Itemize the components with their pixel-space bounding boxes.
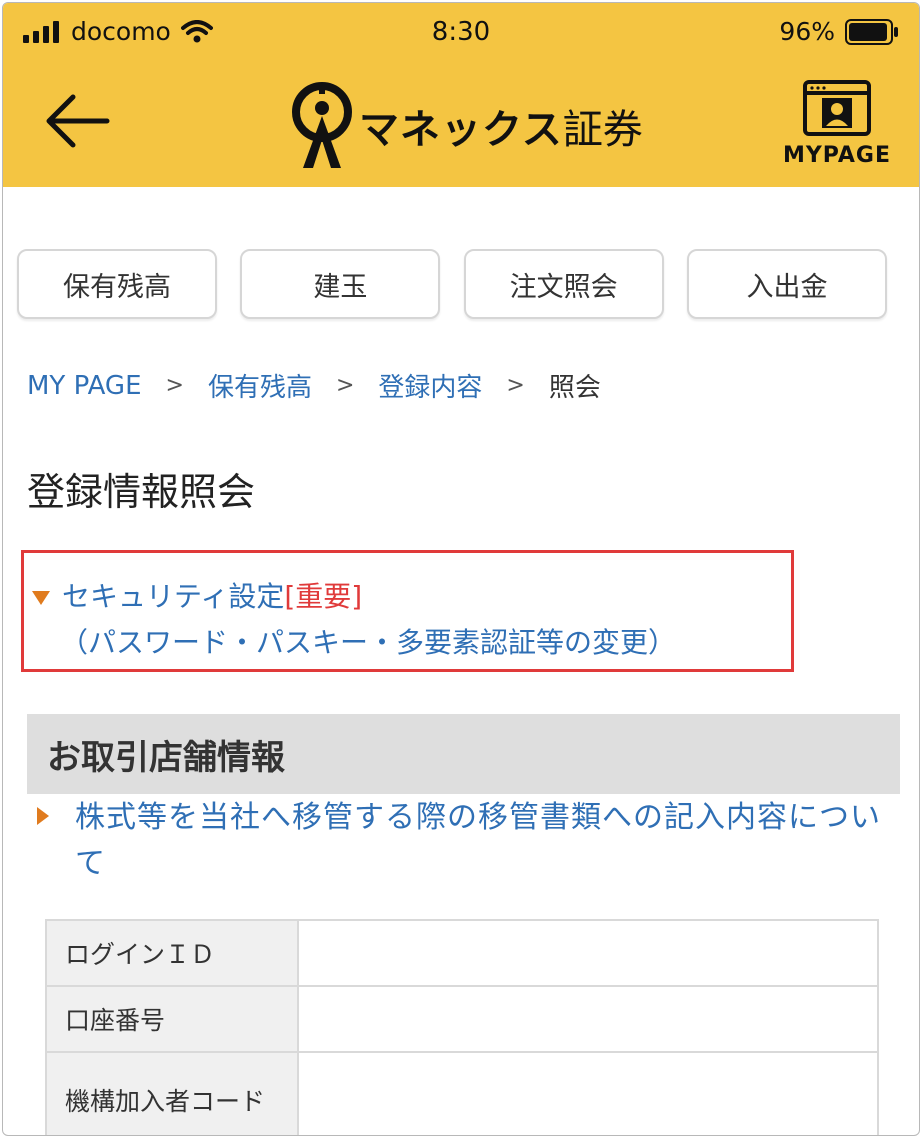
mypage-icon: [803, 80, 871, 136]
logo-text-suffix: 証券: [562, 107, 643, 153]
tab-order-inquiry[interactable]: 注文照会: [463, 249, 664, 319]
breadcrumb-current: 照会: [548, 373, 601, 403]
breadcrumb-separator: >: [335, 373, 355, 398]
battery-icon: [845, 18, 898, 45]
store-info-header: お取引店舗情報: [27, 714, 900, 794]
brand-logo: マネックス 証券: [289, 81, 643, 171]
battery-percent: 96%: [779, 17, 835, 46]
mypage-button[interactable]: MYPAGE: [777, 79, 897, 183]
tab-holdings[interactable]: 保有残高: [17, 249, 217, 319]
security-settings-link[interactable]: セキュリティ設定: [62, 580, 284, 613]
status-right: 96%: [779, 17, 899, 46]
security-settings-highlight: セキュリティ設定[重要] （パスワード・パスキー・多要素認証等の変更）: [21, 550, 794, 672]
row-label-account-number: 口座番号: [45, 985, 299, 1053]
security-settings-sublink[interactable]: （パスワード・パスキー・多要素認証等の変更）: [60, 621, 676, 661]
transfer-documents-link[interactable]: 株式等を当社へ移管する際の移管書類への記入内容について: [75, 795, 895, 887]
tab-deposit-withdrawal[interactable]: 入出金: [686, 249, 887, 319]
status-bar: docomo 8:30 96%: [3, 3, 919, 63]
back-button[interactable]: [41, 91, 113, 151]
app-frame: docomo 8:30 96% マネックス 証券 MYPAGE 保有残高 建玉 …: [2, 2, 920, 1136]
security-settings-row: セキュリティ設定[重要]: [62, 575, 362, 615]
quick-tabs: 保有残高 建玉 注文照会 入出金: [17, 249, 887, 323]
mypage-label: MYPAGE: [782, 143, 892, 168]
logo-text: マネックス: [359, 107, 563, 153]
monex-figure-icon: [292, 82, 352, 168]
row-label-participant-code: 機構加入者コード: [45, 1051, 299, 1135]
breadcrumb-registration[interactable]: 登録内容: [378, 367, 482, 404]
row-value-participant-code: [297, 1051, 879, 1135]
breadcrumb-separator: >: [506, 373, 525, 398]
breadcrumb-mypage[interactable]: MY PAGE: [27, 371, 142, 401]
table-row: 口座番号: [45, 985, 879, 1053]
page-title: 登録情報照会: [27, 470, 256, 514]
breadcrumb-separator: >: [165, 373, 184, 398]
breadcrumb: MY PAGE > 保有残高 > 登録内容 > 照会: [27, 367, 601, 404]
row-value-account-number: [297, 985, 879, 1053]
link-arrow-icon: [37, 807, 49, 825]
tab-positions[interactable]: 建玉: [240, 249, 441, 319]
app-header: docomo 8:30 96% マネックス 証券 MYPAGE: [3, 3, 919, 187]
important-badge: [重要]: [284, 580, 363, 613]
account-info-table: ログインＩＤ 口座番号 機構加入者コード: [45, 919, 879, 1135]
nav-row: マネックス 証券 MYPAGE: [3, 63, 919, 187]
table-row: 機構加入者コード: [45, 1051, 879, 1135]
row-label-login-id: ログインＩＤ: [45, 919, 299, 987]
table-row: ログインＩＤ: [45, 919, 879, 987]
expand-triangle-icon: [32, 591, 50, 605]
breadcrumb-holdings[interactable]: 保有残高: [208, 367, 312, 404]
back-arrow-icon: [46, 94, 110, 148]
row-value-login-id: [297, 919, 879, 987]
